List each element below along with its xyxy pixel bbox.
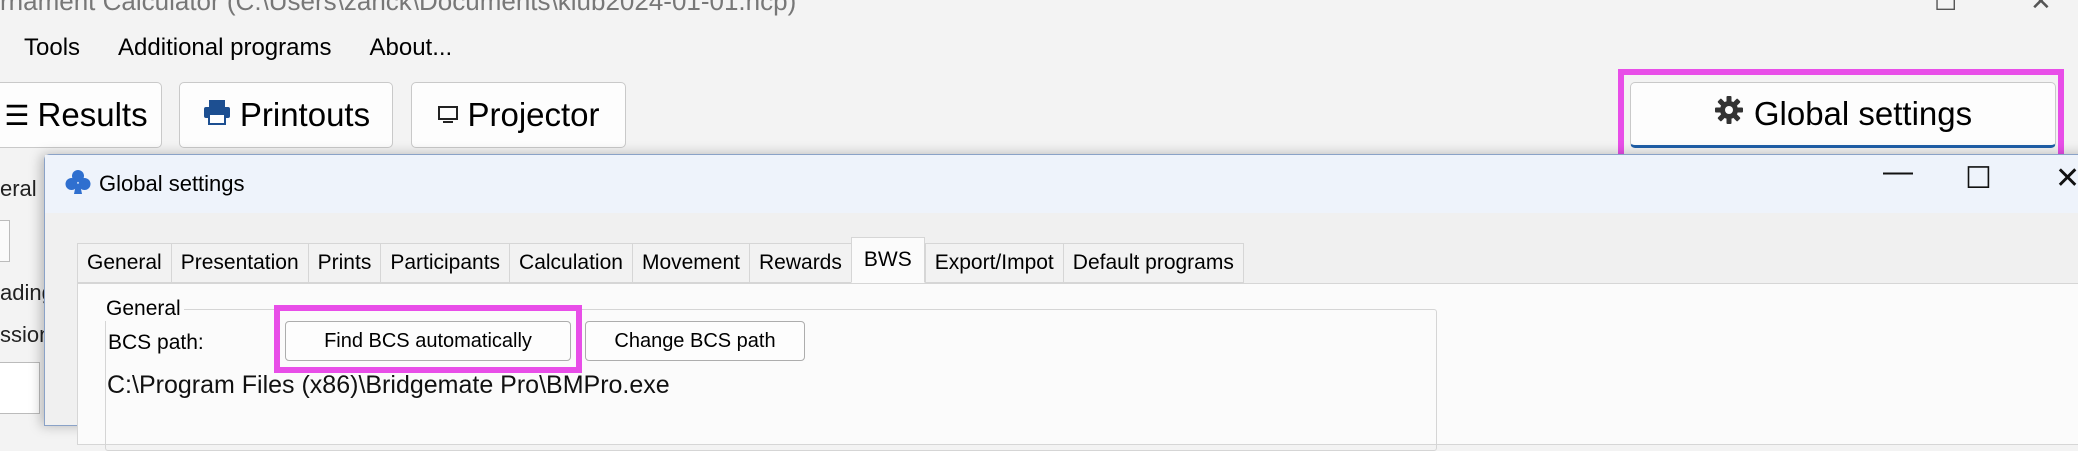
dialog-title: Global settings — [99, 171, 245, 196]
main-maximize-icon[interactable]: ☐ — [1934, 0, 1957, 17]
tab-calculation[interactable]: Calculation — [509, 243, 632, 283]
tab-prints[interactable]: Prints — [307, 243, 381, 283]
find-bcs-automatically-button[interactable]: Find BCS automatically — [285, 321, 571, 361]
settings-tabs: General Presentation Prints Participants… — [77, 237, 1244, 283]
menu-tools[interactable]: Tools — [24, 34, 80, 62]
results-button-label: Results — [37, 96, 148, 133]
tab-export-import[interactable]: Export/Impot — [924, 243, 1063, 283]
tab-presentation[interactable]: Presentation — [170, 243, 308, 283]
tab-movement[interactable]: Movement — [631, 243, 749, 283]
background-control-fragment — [0, 220, 10, 262]
tab-default-programs[interactable]: Default programs — [1062, 243, 1244, 283]
background-tab-fragment: eral — [0, 176, 37, 201]
minimize-icon[interactable]: — — [1883, 155, 1913, 189]
projector-button-label: Projector — [467, 96, 600, 133]
printouts-button-label: Printouts — [239, 96, 371, 133]
global-settings-dialog: Global settings — ☐ ✕ General Presentati… — [44, 154, 2078, 451]
close-icon[interactable]: ✕ — [2055, 161, 2078, 196]
gear-icon — [1714, 95, 1744, 133]
change-bcs-path-button[interactable]: Change BCS path — [585, 321, 805, 361]
general-group-title: General — [103, 297, 184, 321]
projector-button[interactable]: Projector — [411, 82, 626, 148]
main-close-icon[interactable]: ✕ — [2030, 0, 2052, 17]
printer-icon — [202, 96, 232, 134]
maximize-icon[interactable]: ☐ — [1965, 161, 1992, 196]
list-icon: ☰ — [4, 99, 30, 131]
tab-participants[interactable]: Participants — [380, 243, 510, 283]
main-window-title: rnament Calculator (C:\Users\zanck\Docum… — [0, 0, 797, 16]
menu-additional-programs[interactable]: Additional programs — [118, 34, 331, 62]
bcs-path-label: BCS path: — [108, 331, 204, 354]
monitor-icon — [437, 96, 459, 134]
bcs-path-value: C:\Program Files (x86)\Bridgemate Pro\BM… — [107, 371, 670, 399]
tab-rewards[interactable]: Rewards — [749, 243, 851, 283]
menu-bar: Tools Additional programs About... — [24, 34, 490, 62]
global-settings-button[interactable]: Global settings — [1630, 82, 2056, 148]
tab-bws[interactable]: BWS — [850, 237, 925, 283]
results-button[interactable]: ☰ Results — [0, 82, 162, 148]
global-settings-button-label: Global settings — [1753, 95, 1973, 132]
background-grid-fragment — [0, 362, 40, 414]
menu-about[interactable]: About... — [369, 34, 452, 62]
dialog-titlebar[interactable]: Global settings — ☐ ✕ — [45, 155, 2078, 213]
tab-general[interactable]: General — [77, 243, 171, 283]
printouts-button[interactable]: Printouts — [179, 82, 393, 148]
club-icon — [65, 169, 91, 200]
